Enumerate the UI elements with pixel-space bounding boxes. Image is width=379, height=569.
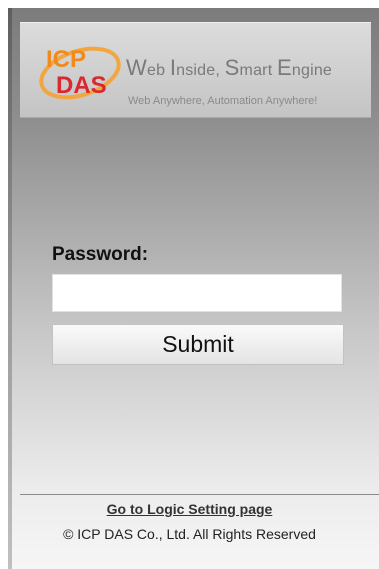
logo-text-bottom: DAS <box>56 72 107 99</box>
subtagline: Web Anywhere, Automation Anywhere! <box>128 95 318 107</box>
tagline: Web Inside, Smart Engine <box>126 55 332 81</box>
frame-edge <box>8 8 12 569</box>
tagline-rest-4: ngine <box>291 62 333 79</box>
tagline-initial-1: W <box>126 55 147 80</box>
tagline-initial-3: S <box>224 55 240 80</box>
tagline-initial-4: E <box>277 55 292 80</box>
page-container: ICP DAS Web Inside, Smart Engine Web Any… <box>8 8 379 569</box>
password-label: Password: <box>52 244 149 265</box>
logo-text-top: ICP <box>46 46 86 73</box>
tagline-rest-2: nside, <box>176 62 225 79</box>
password-input[interactable] <box>52 274 342 312</box>
tagline-rest-3: mart <box>239 62 277 79</box>
submit-button[interactable]: Submit <box>52 324 344 365</box>
icpdas-logo: ICP DAS <box>39 46 121 100</box>
tagline-rest-1: eb <box>146 62 170 79</box>
copyright-text: © ICP DAS Co., Ltd. All Rights Reserved <box>63 526 316 542</box>
header-banner: ICP DAS Web Inside, Smart Engine Web Any… <box>20 22 371 118</box>
footer-divider <box>20 494 379 495</box>
logic-setting-link[interactable]: Go to Logic Setting page <box>0 501 379 517</box>
